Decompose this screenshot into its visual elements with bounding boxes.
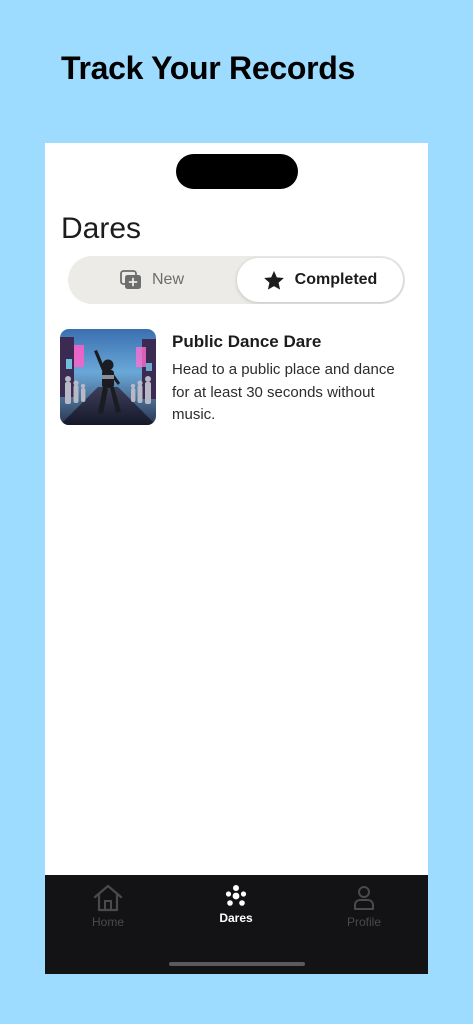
person-icon bbox=[352, 881, 376, 915]
segment-completed-label: Completed bbox=[294, 271, 378, 288]
dare-title: Public Dance Dare bbox=[172, 332, 322, 351]
tab-profile[interactable]: Profile bbox=[309, 881, 419, 941]
tab-dares-label: Dares bbox=[219, 911, 253, 925]
tab-bar: Home Dares Profile bbox=[45, 875, 428, 974]
segment-new-label: New bbox=[151, 271, 184, 288]
dare-list-item[interactable]: Public Dance Dare Head to a public place… bbox=[60, 329, 410, 429]
dare-description: Head to a public place and dance for at … bbox=[172, 361, 395, 423]
segment-completed[interactable]: Completed bbox=[237, 258, 403, 302]
star-icon bbox=[263, 270, 285, 291]
people-group-icon bbox=[224, 881, 248, 911]
tab-profile-label: Profile bbox=[346, 915, 381, 929]
segment-new[interactable]: New bbox=[68, 256, 236, 304]
dares-segmented-control: New Completed bbox=[68, 256, 405, 304]
tab-home-label: Home bbox=[91, 915, 124, 929]
dynamic-island bbox=[176, 154, 298, 189]
marketing-headline: Track Your Records bbox=[61, 50, 355, 86]
phone-screen: Dares New Completed Public Dance Dare He… bbox=[45, 143, 428, 974]
page-title: Dares bbox=[61, 212, 142, 245]
tab-home[interactable]: Home bbox=[53, 881, 163, 941]
home-indicator bbox=[169, 962, 305, 966]
house-icon bbox=[92, 881, 124, 915]
dare-thumbnail-image bbox=[60, 329, 156, 425]
stack-plus-icon bbox=[120, 270, 142, 290]
tab-dares[interactable]: Dares bbox=[181, 881, 291, 941]
